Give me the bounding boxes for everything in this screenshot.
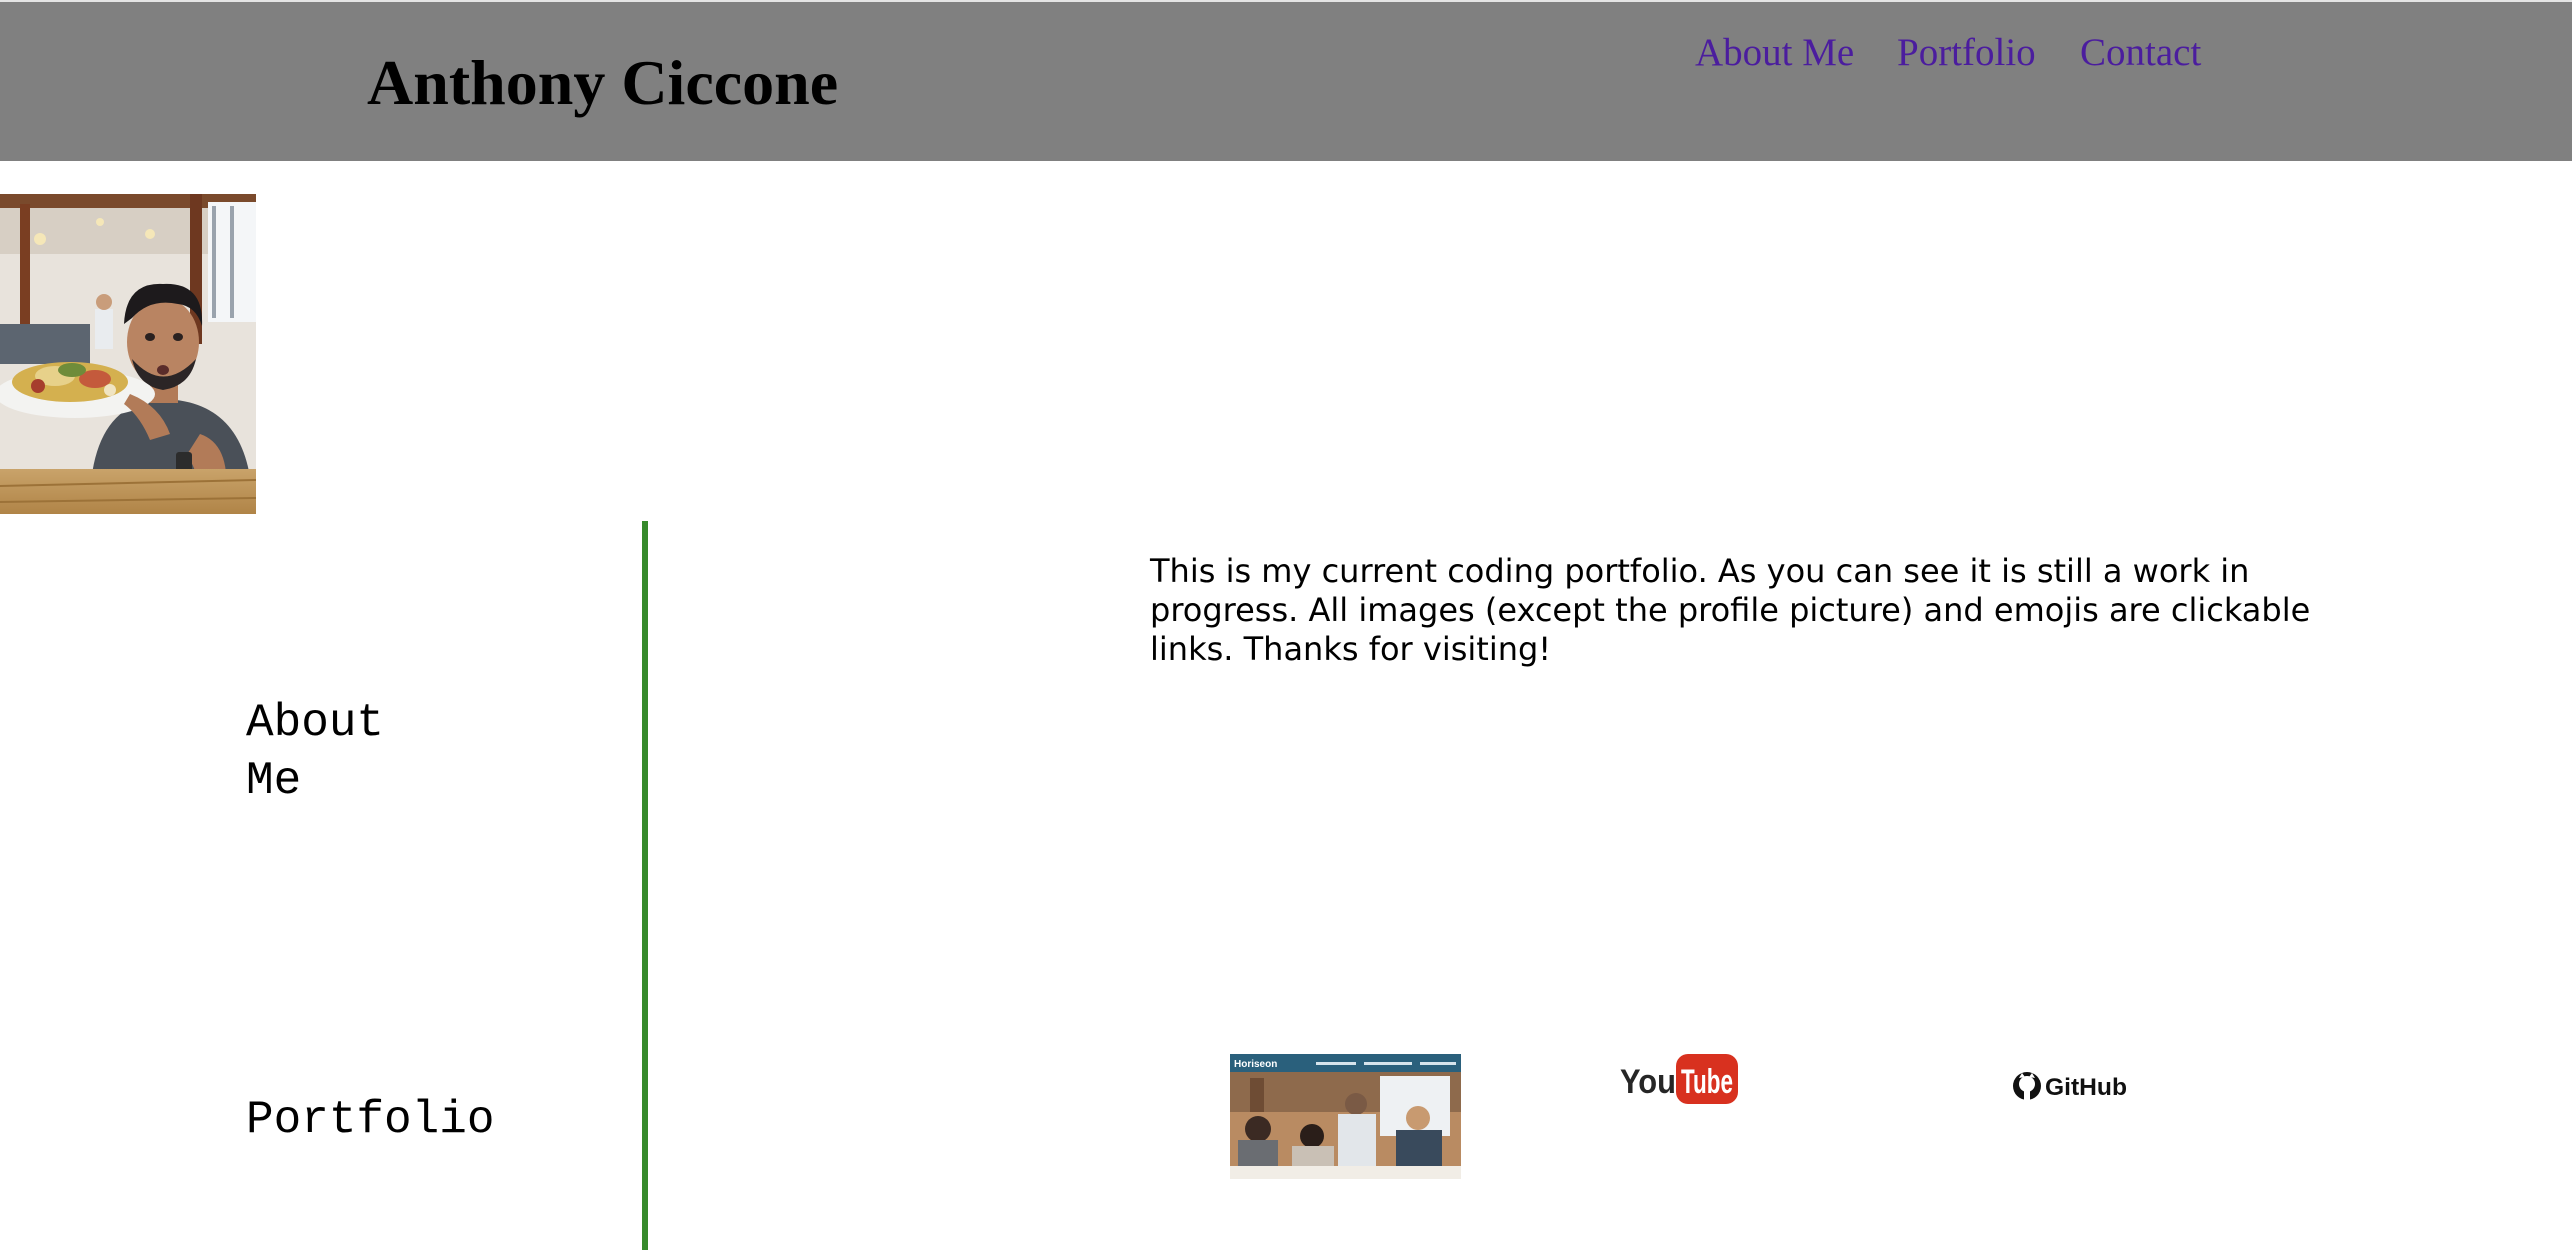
nav-link-portfolio[interactable]: Portfolio (1897, 26, 2036, 80)
nav-link-about-me[interactable]: About Me (1695, 26, 1854, 80)
site-title: Anthony Ciccone (367, 47, 839, 118)
horiseon-brand-text: Horiseon (1234, 1059, 1277, 1070)
youtube-you-text: You (1620, 1063, 1676, 1101)
nav-link-contact[interactable]: Contact (2080, 26, 2201, 80)
github-wordmark: GitHub (2045, 1074, 2127, 1101)
youtube-logo[interactable]: You Tube (1620, 1053, 1738, 1105)
intro-text: This is my current coding portfolio. As … (1150, 552, 2311, 668)
site-header: Anthony Ciccone About Me Portfolio Conta… (0, 0, 2572, 161)
profile-photo (0, 194, 256, 514)
section-divider (642, 521, 648, 1250)
portfolio-heading[interactable]: Portfolio (246, 1091, 494, 1149)
github-logo[interactable]: GitHub (2012, 1068, 2130, 1104)
horiseon-project-thumbnail[interactable]: Horiseon (1230, 1054, 1461, 1179)
about-me-heading[interactable]: About Me (246, 694, 426, 810)
youtube-tube-text: Tube (1681, 1063, 1733, 1101)
